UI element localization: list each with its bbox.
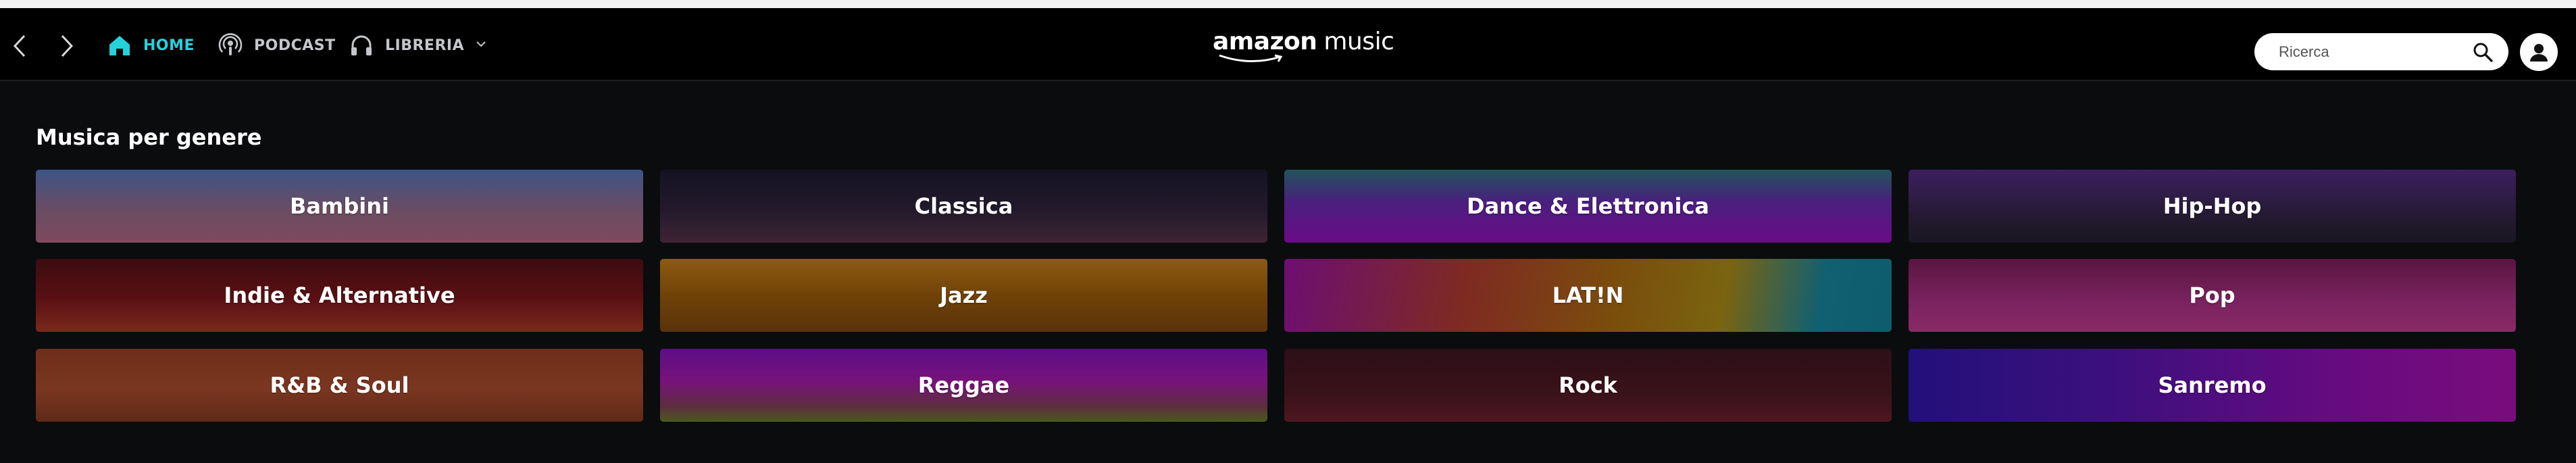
nav-home[interactable]: HOME <box>107 28 195 62</box>
search-icon[interactable] <box>2472 41 2494 63</box>
genre-tile-dance-elettronica[interactable]: Dance & Elettronica <box>1284 170 1892 243</box>
genre-tile-rock[interactable]: Rock <box>1284 349 1892 422</box>
nav-home-label: HOME <box>143 36 195 54</box>
window-titlebar <box>0 0 2576 8</box>
profile-button[interactable] <box>2520 33 2558 71</box>
genre-label: Rock <box>1559 372 1617 398</box>
genre-grid: Bambini Classica Dance & Elettronica Hip… <box>36 170 2517 422</box>
chevron-left-icon <box>13 34 26 57</box>
genre-tile-sanremo[interactable]: Sanremo <box>1909 349 2516 422</box>
genre-tile-rnb-soul[interactable]: R&B & Soul <box>36 349 643 422</box>
forward-button[interactable] <box>51 30 82 62</box>
logo-text-music: music <box>1323 28 1394 55</box>
genre-label: Bambini <box>290 193 389 219</box>
genre-label: Reggae <box>917 372 1010 398</box>
nav-podcast-label: PODCAST <box>254 36 336 54</box>
chevron-right-icon <box>61 34 74 57</box>
section-title: Musica per genere <box>36 124 262 150</box>
genre-label: Hip-Hop <box>2163 193 2262 219</box>
genre-tile-pop[interactable]: Pop <box>1909 259 2516 332</box>
home-icon <box>109 36 130 55</box>
genre-label: Classica <box>914 193 1013 219</box>
search-box[interactable] <box>2254 33 2508 70</box>
genre-label: LAT!N <box>1552 283 1624 308</box>
nav-library-label: LIBRERIA <box>385 36 465 54</box>
search-input[interactable] <box>2277 42 2463 62</box>
genre-label: Jazz <box>940 283 988 308</box>
amazon-music-logo[interactable]: amazon music <box>1213 27 1394 69</box>
top-navigation-bar: HOME PODCAST LIBRERIA amazon music <box>0 8 2576 81</box>
nav-library[interactable]: LIBRERIA <box>349 28 487 62</box>
genre-tile-classica[interactable]: Classica <box>660 170 1267 243</box>
genre-label: Dance & Elettronica <box>1467 193 1709 219</box>
podcast-icon <box>218 33 243 55</box>
headphones-icon <box>351 35 372 55</box>
genre-tile-hip-hop[interactable]: Hip-Hop <box>1909 170 2516 243</box>
genre-tile-bambini[interactable]: Bambini <box>36 170 643 243</box>
genre-label: Indie & Alternative <box>224 283 455 308</box>
genre-label: R&B & Soul <box>270 372 409 398</box>
genre-label: Pop <box>2189 283 2236 308</box>
back-button[interactable] <box>4 30 35 62</box>
genre-label: Sanremo <box>2158 372 2267 398</box>
nav-podcast[interactable]: PODCAST <box>218 28 336 62</box>
user-icon <box>2530 44 2548 62</box>
genre-tile-indie-alternative[interactable]: Indie & Alternative <box>36 259 643 332</box>
smile-arrow-icon <box>1219 54 1283 62</box>
genre-tile-latin[interactable]: LAT!N <box>1284 259 1892 332</box>
genre-tile-reggae[interactable]: Reggae <box>660 349 1267 422</box>
genre-tile-jazz[interactable]: Jazz <box>660 259 1267 332</box>
chevron-down-icon[interactable] <box>475 37 487 54</box>
